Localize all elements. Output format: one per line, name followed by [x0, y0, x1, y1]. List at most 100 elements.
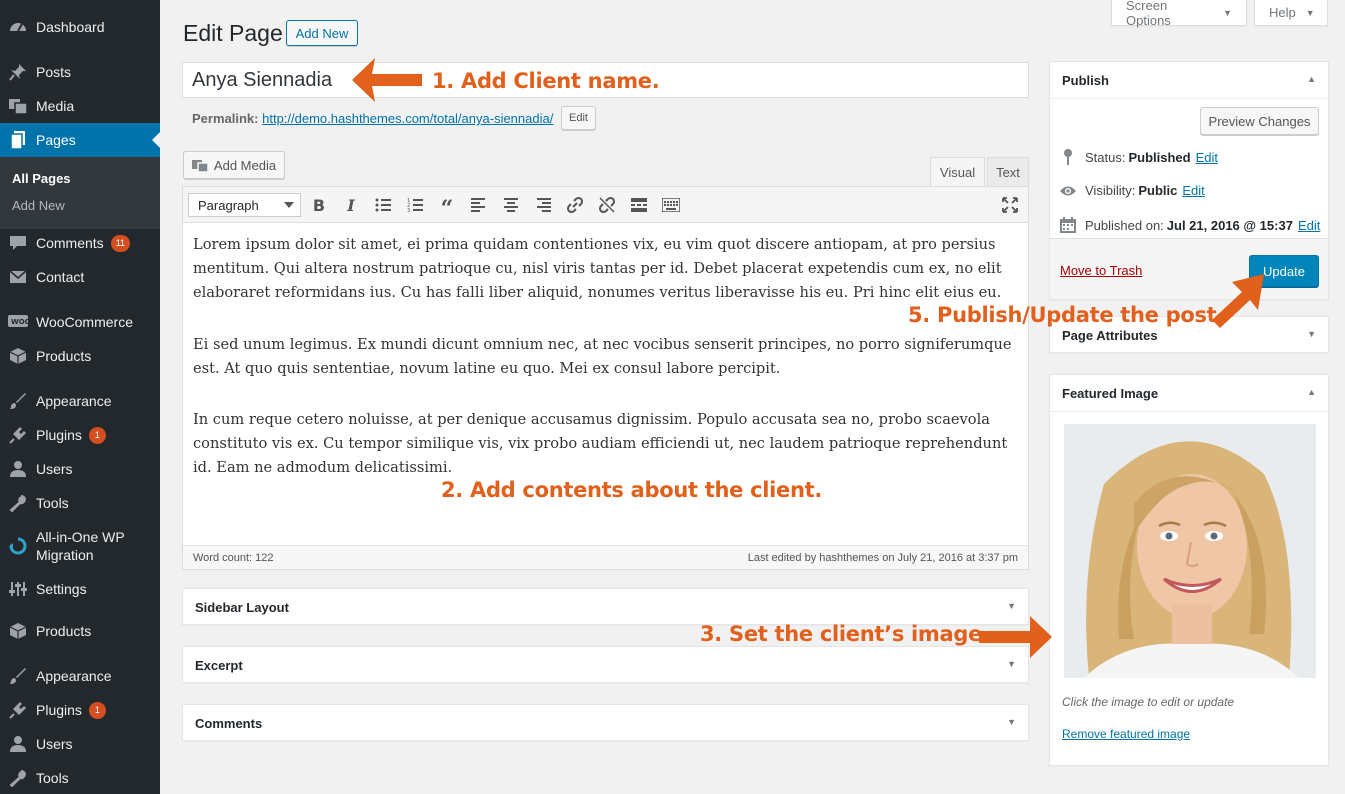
notification-badge: 1: [88, 701, 106, 719]
add-media-label: Add Media: [213, 157, 277, 173]
numbered-list-icon[interactable]: 123: [404, 194, 426, 216]
chevron-down-icon: [284, 202, 294, 208]
publish-actions: Move to Trash Update: [1050, 238, 1328, 299]
caret-down-icon: ▼: [1305, 7, 1315, 18]
submenu-all-pages[interactable]: All Pages: [12, 171, 71, 186]
comments-box[interactable]: Comments ▼: [182, 704, 1029, 741]
edit-status-link[interactable]: Edit: [1196, 150, 1218, 165]
status-value: Published: [1128, 149, 1191, 165]
user-icon: [0, 735, 36, 753]
toggle-arrow-icon[interactable]: ▼: [1307, 329, 1316, 339]
sidebar-item-label: All-in-One WP Migration: [36, 528, 125, 564]
edit-date-link[interactable]: Edit: [1298, 218, 1320, 233]
edit-visibility-link[interactable]: Edit: [1182, 183, 1204, 198]
align-center-icon[interactable]: [500, 194, 522, 216]
toolbar-toggle-icon[interactable]: [660, 194, 682, 216]
align-right-icon[interactable]: [532, 194, 554, 216]
sidebar-item-appearance[interactable]: Appearance: [0, 384, 160, 418]
featured-image-heading: Featured Image: [1062, 386, 1159, 401]
sidebar-item-dashboard[interactable]: Dashboard: [0, 10, 160, 44]
tab-visual[interactable]: Visual: [930, 157, 985, 187]
toggle-arrow-icon[interactable]: ▼: [1007, 659, 1016, 669]
sidebar-item-settings[interactable]: Settings: [0, 572, 160, 606]
sidebar-item-plugins[interactable]: Plugins 1: [0, 418, 160, 452]
eye-icon: [1059, 185, 1077, 197]
link-icon[interactable]: [564, 194, 586, 216]
permalink-label: Permalink:: [192, 111, 259, 126]
sidebar-item-media[interactable]: Media: [0, 89, 160, 123]
toggle-arrow-icon[interactable]: ▲: [1307, 74, 1316, 84]
permalink: Permalink: http://demo.hashthemes.com/to…: [192, 111, 553, 126]
toggle-arrow-icon[interactable]: ▼: [1007, 601, 1016, 611]
editor-paragraph[interactable]: Ei sed unum legimus. Ex mundi dicunt omn…: [193, 333, 1013, 381]
fullscreen-icon[interactable]: [999, 194, 1021, 216]
sidebar-layout-heading: Sidebar Layout: [195, 600, 289, 615]
format-select[interactable]: Paragraph: [188, 193, 301, 217]
sidebar-item-label: Plugins: [36, 427, 82, 443]
published-label: Published on:: [1085, 217, 1164, 233]
editor-status-bar: Word count: 122 Last edited by hashtheme…: [183, 545, 1028, 569]
sidebar-item-contact[interactable]: Contact: [0, 260, 160, 294]
sidebar-item-label: Users: [36, 736, 73, 752]
comments-heading: Comments: [195, 716, 263, 731]
align-left-icon[interactable]: [468, 194, 490, 216]
help-button[interactable]: Help ▼: [1254, 0, 1328, 26]
plug-icon: [0, 426, 36, 444]
update-button[interactable]: Update: [1249, 255, 1319, 287]
publish-heading: Publish: [1062, 73, 1109, 88]
add-media-button[interactable]: Add Media: [183, 151, 285, 179]
editor-content[interactable]: Lorem ipsum dolor sit amet, ei prima qui…: [193, 233, 1013, 508]
settings-icon: [0, 580, 36, 598]
sidebar-item-posts[interactable]: Posts: [0, 55, 160, 89]
page-attributes-heading: Page Attributes: [1062, 328, 1158, 343]
read-more-icon[interactable]: [628, 194, 650, 216]
screen-options-button[interactable]: Screen Options ▼: [1111, 0, 1247, 28]
permalink-link[interactable]: http://demo.hashthemes.com/total/anya-si…: [262, 111, 553, 126]
annotation-set-image: 3. Set the client’s image.: [700, 622, 990, 646]
sidebar-item-products[interactable]: Products: [0, 339, 160, 373]
sidebar-item-label: Products: [36, 623, 92, 639]
editor-toolbar: Paragraph B I 123 “: [183, 187, 1028, 223]
add-new-page-button[interactable]: Add New: [286, 20, 358, 46]
tab-text[interactable]: Text: [987, 157, 1029, 187]
sidebar-item-all-in-one-wp-migration[interactable]: All-in-One WP Migration: [0, 520, 160, 572]
sidebar-item-label: Products: [36, 348, 92, 364]
sidebar-item-users[interactable]: Users: [0, 452, 160, 486]
sidebar-item-label: Comments: [36, 235, 104, 251]
move-to-trash-link[interactable]: Move to Trash: [1060, 263, 1142, 278]
sidebar-item-plugins[interactable]: Plugins 1: [0, 693, 160, 727]
bullet-list-icon[interactable]: [372, 194, 394, 216]
toggle-arrow-icon[interactable]: ▼: [1007, 717, 1016, 727]
permalink-edit-button[interactable]: Edit: [561, 106, 596, 130]
italic-icon[interactable]: I: [340, 194, 362, 216]
unlink-icon[interactable]: [596, 194, 618, 216]
sidebar-item-users[interactable]: Users: [0, 727, 160, 761]
sidebar-item-products[interactable]: Products: [0, 614, 160, 648]
media-icon: [0, 97, 36, 115]
sidebar-item-appearance[interactable]: Appearance: [0, 659, 160, 693]
sidebar-item-tools[interactable]: Tools: [0, 761, 160, 794]
editor-paragraph[interactable]: Lorem ipsum dolor sit amet, ei prima qui…: [193, 233, 1013, 306]
remove-featured-image-link[interactable]: Remove featured image: [1062, 727, 1190, 741]
admin-sidebar: Dashboard Posts Media Pages Comments 11 Contac…: [0, 0, 160, 794]
blockquote-icon[interactable]: “: [436, 194, 458, 222]
editor-paragraph[interactable]: In cum reque cetero noluisse, at per den…: [193, 408, 1013, 481]
sidebar-item-pages[interactable]: Pages: [0, 123, 160, 157]
submenu-add-new[interactable]: Add New: [12, 198, 65, 213]
toggle-arrow-icon[interactable]: ▲: [1307, 387, 1316, 397]
bold-icon[interactable]: B: [308, 194, 330, 216]
excerpt-box[interactable]: Excerpt ▼: [182, 646, 1029, 683]
annotation-publish-update: 5. Publish/Update the post.: [908, 303, 1225, 327]
featured-image-photo[interactable]: [1064, 424, 1316, 678]
pages-icon: [0, 131, 36, 149]
plug-icon: [0, 701, 36, 719]
published-on-row: Published on: Jul 21, 2016 @ 15:37 Edit: [1059, 217, 1320, 233]
sidebar-item-label: Appearance: [36, 393, 112, 409]
sidebar-layout-box[interactable]: Sidebar Layout ▼: [182, 588, 1029, 625]
preview-changes-button[interactable]: Preview Changes: [1200, 107, 1319, 135]
brush-icon: [0, 667, 36, 685]
sidebar-item-woocommerce[interactable]: WOO WooCommerce: [0, 305, 160, 339]
sidebar-item-tools[interactable]: Tools: [0, 486, 160, 520]
sidebar-item-comments[interactable]: Comments 11: [0, 226, 160, 260]
visibility-value: Public: [1138, 183, 1178, 198]
